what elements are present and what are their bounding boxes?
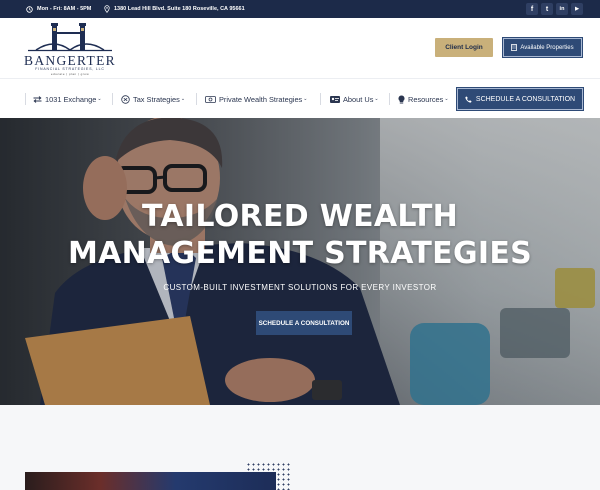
chevron-down-icon: ⌄ <box>374 96 379 102</box>
chevron-down-icon: ⌄ <box>180 96 186 102</box>
address-text: 1380 Lead Hill Blvd. Suite 180 Roseville… <box>114 6 245 12</box>
nav-label: Tax Strategies <box>133 94 180 104</box>
main-nav: 1031 Exchange ⌄ Tax Strategies ⌄ Private W… <box>0 78 600 118</box>
nav-item-resources[interactable]: Resources ⌄ <box>398 79 449 119</box>
hero-subtitle: CUSTOM-BUILT INVESTMENT SOLUTIONS FOR EV… <box>163 283 437 292</box>
chevron-down-icon: ⌄ <box>303 96 308 102</box>
nav-divider <box>25 93 26 105</box>
facebook-icon[interactable]: f <box>526 3 538 15</box>
available-properties-button[interactable]: Available Properties <box>502 37 583 58</box>
bridge-logo-icon <box>28 23 112 52</box>
nav-label: 1031 Exchange <box>45 94 97 104</box>
nav-label: About Us <box>343 94 374 104</box>
business-hours: Mon - Fri: 8AM - 5PM <box>26 0 91 18</box>
exchange-icon <box>33 95 42 103</box>
nav-item-private-wealth-strategies[interactable]: Private Wealth Strategies ⌄ <box>205 79 307 119</box>
hero-banner: TAILORED WEALTH MANAGEMENT STRATEGIES CU… <box>0 118 600 405</box>
id-card-icon <box>330 95 340 103</box>
site-header: BANGERTER FINANCIAL STRATEGIES, LLC educ… <box>0 18 600 78</box>
building-icon <box>511 44 518 51</box>
section-image <box>25 472 276 490</box>
youtube-icon[interactable]: ▶ <box>571 3 583 15</box>
twitter-icon[interactable]: t <box>541 3 553 15</box>
chevron-down-icon: ⌄ <box>444 96 449 102</box>
money-icon <box>205 95 216 103</box>
hero-title-line-2: MANAGEMENT STRATEGIES <box>67 236 533 271</box>
phone-icon <box>465 95 472 103</box>
social-links: f t in ▶ <box>526 3 583 15</box>
hero-schedule-consultation-button[interactable]: SCHEDULE A CONSULTATION <box>256 311 352 335</box>
logo-tagline: educate | plan | grow <box>50 72 90 76</box>
hero-title: TAILORED WEALTH MANAGEMENT STRATEGIES <box>0 198 600 272</box>
schedule-consultation-button[interactable]: SCHEDULE A CONSULTATION <box>456 87 584 111</box>
hero-title-line-1: TAILORED WEALTH <box>141 199 459 234</box>
hours-text: Mon - Fri: 8AM - 5PM <box>37 6 92 12</box>
nav-item-1031-exchange[interactable]: 1031 Exchange ⌄ <box>33 79 102 119</box>
logo[interactable]: BANGERTER FINANCIAL STRATEGIES, LLC educ… <box>24 22 116 76</box>
nav-divider <box>196 93 197 105</box>
available-properties-label: Available Properties <box>520 44 574 51</box>
nav-divider <box>320 93 321 105</box>
schedule-consultation-label: SCHEDULE A CONSULTATION <box>475 95 576 103</box>
nav-divider <box>389 93 390 105</box>
content-section <box>0 405 600 490</box>
nav-divider <box>112 93 113 105</box>
nav-label: Private Wealth Strategies <box>219 94 303 104</box>
lightbulb-icon <box>398 95 405 104</box>
map-pin-icon <box>104 5 110 13</box>
logo-subtitle: FINANCIAL STRATEGIES, LLC <box>35 67 105 71</box>
nav-label: Resources <box>408 94 444 104</box>
client-login-button[interactable]: Client Login <box>435 38 493 57</box>
tax-icon <box>121 94 130 104</box>
nav-item-about-us[interactable]: About Us ⌄ <box>330 79 379 119</box>
nav-item-tax-strategies[interactable]: Tax Strategies ⌄ <box>121 79 185 119</box>
office-address[interactable]: 1380 Lead Hill Blvd. Suite 180 Roseville… <box>104 0 245 18</box>
clock-icon <box>26 5 33 13</box>
top-bar: Mon - Fri: 8AM - 5PM 1380 Lead Hill Blvd… <box>0 0 600 18</box>
chevron-down-icon: ⌄ <box>97 96 102 102</box>
linkedin-icon[interactable]: in <box>556 3 568 15</box>
